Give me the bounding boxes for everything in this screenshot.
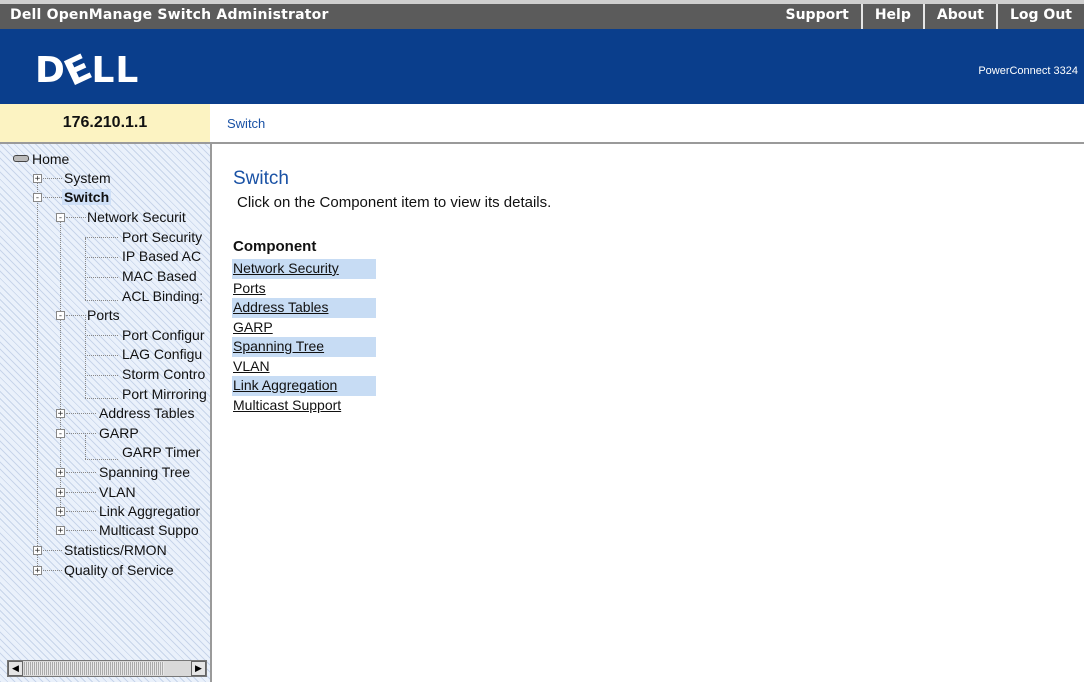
scroll-right-icon[interactable]: ▶ xyxy=(191,661,206,676)
tree-item-quality-of-service[interactable]: Quality of Service xyxy=(64,562,174,578)
tree-item-storm-control[interactable]: Storm Contro xyxy=(122,366,205,382)
tree-item-port-configuration[interactable]: Port Configur xyxy=(122,327,204,343)
breadcrumb: Switch xyxy=(210,104,1084,144)
expand-icon[interactable]: + xyxy=(33,566,42,576)
tree-connector xyxy=(66,217,86,218)
horizontal-scrollbar[interactable]: ◀ ▶ xyxy=(7,660,207,677)
expand-icon[interactable]: + xyxy=(33,174,42,184)
product-name: PowerConnect 3324 xyxy=(978,65,1078,77)
tree-item-port-mirroring[interactable]: Port Mirroring xyxy=(122,386,207,402)
tree-connector xyxy=(85,277,118,278)
tree-item-link-aggregation[interactable]: Link Aggregatior xyxy=(99,503,200,519)
tree-connector xyxy=(85,300,118,301)
scroll-left-icon[interactable]: ◀ xyxy=(8,661,23,676)
tree-connector xyxy=(85,375,118,376)
collapse-icon[interactable]: - xyxy=(56,311,65,321)
breadcrumb-label[interactable]: Switch xyxy=(227,116,265,131)
component-link-address-tables[interactable]: Address Tables xyxy=(232,298,376,318)
tree-item-network-security[interactable]: Network Securit xyxy=(87,209,186,225)
component-link-link-aggregation[interactable]: Link Aggregation xyxy=(232,376,376,396)
ip-address: 176.210.1.1 xyxy=(0,104,210,144)
dell-logo: DELL xyxy=(35,46,140,95)
collapse-icon[interactable]: - xyxy=(33,193,42,203)
logout-link[interactable]: Log Out xyxy=(996,4,1084,29)
tree-item-statistics-rmon[interactable]: Statistics/RMON xyxy=(64,542,167,558)
tree-connector xyxy=(85,459,118,460)
tree-item-spanning-tree[interactable]: Spanning Tree xyxy=(99,464,190,480)
tree-connector xyxy=(85,355,118,356)
tree-connector xyxy=(66,472,96,473)
collapse-icon[interactable]: - xyxy=(56,429,65,439)
tree-item-garp[interactable]: GARP xyxy=(99,425,139,441)
expand-icon[interactable]: + xyxy=(56,507,65,517)
collapse-icon[interactable]: - xyxy=(56,213,65,223)
expand-icon[interactable]: + xyxy=(56,488,65,498)
component-link-spanning-tree[interactable]: Spanning Tree xyxy=(232,337,376,357)
tree-item-lag-configuration[interactable]: LAG Configu xyxy=(122,346,202,362)
tree-connector xyxy=(43,550,62,551)
tree-item-ip-based-acl[interactable]: IP Based AC xyxy=(122,248,201,264)
brand-bar: DELL PowerConnect 3324 xyxy=(0,29,1084,104)
main-content: Switch Click on the Component item to vi… xyxy=(212,146,1084,682)
tree-connector xyxy=(43,178,62,179)
tree-connector xyxy=(37,180,38,576)
tree-connector xyxy=(66,492,96,493)
component-link-vlan[interactable]: VLAN xyxy=(232,357,376,377)
top-bar: Dell OpenManage Switch Administrator Sup… xyxy=(0,0,1084,29)
component-link-multicast-support[interactable]: Multicast Support xyxy=(232,396,376,416)
component-link-network-security[interactable]: Network Security xyxy=(232,259,376,279)
home-drive-icon xyxy=(13,155,29,162)
page-title: Switch xyxy=(233,168,289,189)
tree-item-port-security[interactable]: Port Security xyxy=(122,229,202,245)
tree-item-acl-bindings[interactable]: ACL Binding: xyxy=(122,288,203,304)
help-link[interactable]: Help xyxy=(860,4,923,29)
tree-connector xyxy=(66,433,96,434)
tree-home[interactable]: Home xyxy=(32,151,69,167)
expand-icon[interactable]: + xyxy=(56,526,65,536)
tree-connector xyxy=(43,197,62,198)
support-link[interactable]: Support xyxy=(774,4,861,29)
tree-connector xyxy=(85,257,118,258)
tree-item-address-tables[interactable]: Address Tables xyxy=(99,405,194,421)
tree-item-multicast-support[interactable]: Multicast Suppo xyxy=(99,522,199,538)
tree-item-garp-timers[interactable]: GARP Timer xyxy=(122,444,200,460)
tree-connector xyxy=(43,570,62,571)
tree-item-system[interactable]: System xyxy=(64,170,111,186)
top-nav: Support Help About Log Out xyxy=(774,4,1084,29)
tree-connector xyxy=(85,238,86,300)
tree-connector xyxy=(66,413,96,414)
tree-item-mac-based[interactable]: MAC Based xyxy=(122,268,197,284)
component-link-ports[interactable]: Ports xyxy=(232,279,376,299)
component-link-garp[interactable]: GARP xyxy=(232,318,376,338)
tree-connector xyxy=(85,237,118,238)
tree-item-vlan[interactable]: VLAN xyxy=(99,484,136,500)
component-header: Component xyxy=(233,238,317,255)
tree-connector xyxy=(66,530,96,531)
scroll-thumb[interactable] xyxy=(24,662,164,675)
sidebar-tree: Home + System - Switch - Network Securit… xyxy=(0,144,212,682)
component-list: Network Security Ports Address Tables GA… xyxy=(232,259,376,415)
tree-connector xyxy=(66,315,86,316)
expand-icon[interactable]: + xyxy=(56,409,65,419)
tree-connector xyxy=(66,511,96,512)
tree-item-ports[interactable]: Ports xyxy=(87,307,120,323)
expand-icon[interactable]: + xyxy=(33,546,42,556)
expand-icon[interactable]: + xyxy=(56,468,65,478)
tree-connector xyxy=(85,435,86,459)
tree-connector xyxy=(85,335,118,336)
page-description: Click on the Component item to view its … xyxy=(237,194,552,211)
tree-item-switch[interactable]: Switch xyxy=(62,189,112,205)
about-link[interactable]: About xyxy=(922,4,996,29)
app-title: Dell OpenManage Switch Administrator xyxy=(10,7,329,23)
tree-connector xyxy=(85,317,86,398)
tree-connector xyxy=(85,398,118,399)
